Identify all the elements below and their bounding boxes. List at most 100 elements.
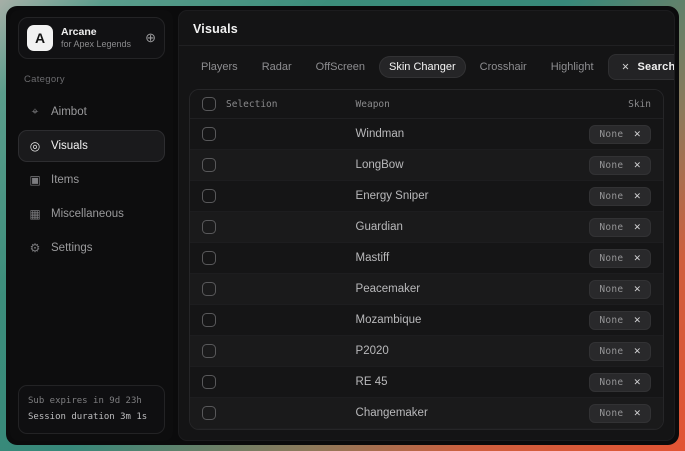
skin-column-header: Skin (628, 99, 651, 110)
row-checkbox[interactable] (202, 127, 216, 141)
sidebar-item-label: Aimbot (51, 106, 87, 118)
app-header-card: A Arcane for Apex Legends ⊕ (18, 17, 165, 59)
table-row: Mozambique None ✕ (190, 305, 663, 336)
weapon-name: Mozambique (356, 314, 422, 326)
weapon-name: Changemaker (356, 407, 428, 419)
session-duration-text: Session duration 3m 1s (28, 410, 155, 425)
table-row: LongBow None ✕ (190, 150, 663, 181)
target-icon[interactable]: ⊕ (145, 30, 156, 46)
skin-value: None (599, 284, 623, 295)
sidebar-item[interactable]: ▣ Items (18, 164, 165, 196)
skin-select-chip[interactable]: None ✕ (589, 125, 651, 144)
skin-select-chip[interactable]: None ✕ (589, 218, 651, 237)
clear-skin-x-icon[interactable]: ✕ (633, 284, 641, 295)
app-window: A Arcane for Apex Legends ⊕ Category ⌖ A… (6, 6, 679, 445)
tab-bar: Players Radar OffScreen Skin Changer Cro… (179, 46, 674, 86)
tab-label: Radar (262, 61, 292, 73)
sidebar-item-label: Miscellaneous (51, 208, 124, 220)
weapon-name: P2020 (356, 345, 389, 357)
clear-skin-x-icon[interactable]: ✕ (633, 191, 641, 202)
tab[interactable]: Highlight (541, 56, 604, 78)
table-row: Guardian None ✕ (190, 212, 663, 243)
x-icon: ✕ (622, 62, 630, 73)
row-checkbox[interactable] (202, 344, 216, 358)
weapon-name: Guardian (356, 221, 403, 233)
skin-select-chip[interactable]: None ✕ (589, 280, 651, 299)
crosshair-icon: ⌖ (28, 104, 42, 119)
main-header: Visuals (179, 11, 674, 46)
clear-skin-x-icon[interactable]: ✕ (633, 160, 641, 171)
tab[interactable]: Players (191, 56, 248, 78)
sidebar-item[interactable]: ⌖ Aimbot (18, 95, 165, 128)
app-title: Arcane (61, 26, 137, 39)
clear-skin-x-icon[interactable]: ✕ (633, 315, 641, 326)
skin-value: None (599, 129, 623, 140)
skin-select-chip[interactable]: None ✕ (589, 311, 651, 330)
sidebar: A Arcane for Apex Legends ⊕ Category ⌖ A… (10, 10, 173, 441)
app-subtitle: for Apex Legends (61, 39, 137, 50)
weapon-name: LongBow (356, 159, 404, 171)
row-checkbox[interactable] (202, 282, 216, 296)
weapon-name: RE 45 (356, 376, 388, 388)
subscription-card: Sub expires in 9d 23h Session duration 3… (18, 385, 165, 434)
skin-value: None (599, 377, 623, 388)
grid-icon: ▦ (28, 207, 42, 221)
sidebar-item-label: Visuals (51, 140, 88, 152)
skin-select-chip[interactable]: None ✕ (589, 156, 651, 175)
clear-skin-x-icon[interactable]: ✕ (633, 129, 641, 140)
sidebar-item-label: Items (51, 174, 79, 186)
tab-label: Players (201, 61, 238, 73)
weapon-name: Windman (356, 128, 405, 140)
skin-value: None (599, 222, 623, 233)
tab-label: Highlight (551, 61, 594, 73)
sidebar-item[interactable]: ▦ Miscellaneous (18, 198, 165, 230)
sidebar-item-label: Settings (51, 242, 93, 254)
skin-value: None (599, 160, 623, 171)
clear-skin-x-icon[interactable]: ✕ (633, 253, 641, 264)
sidebar-item[interactable]: ⚙ Settings (18, 232, 165, 264)
app-meta: Arcane for Apex Legends (61, 26, 137, 50)
row-checkbox[interactable] (202, 189, 216, 203)
tab[interactable]: Crosshair (470, 56, 537, 78)
skin-select-chip[interactable]: None ✕ (589, 342, 651, 361)
search-button[interactable]: ✕ Search (608, 54, 675, 80)
tab[interactable]: OffScreen (306, 56, 375, 78)
skin-value: None (599, 315, 623, 326)
row-checkbox[interactable] (202, 406, 216, 420)
tab-label: OffScreen (316, 61, 365, 73)
table-row: Changemaker None ✕ (190, 398, 663, 429)
table-header-row: Selection Weapon Skin (190, 90, 663, 119)
tab[interactable]: Skin Changer (379, 56, 466, 78)
sub-expiry-text: Sub expires in 9d 23h (28, 394, 155, 409)
row-checkbox[interactable] (202, 375, 216, 389)
clear-skin-x-icon[interactable]: ✕ (633, 346, 641, 357)
table-row: RE 45 None ✕ (190, 367, 663, 398)
row-checkbox[interactable] (202, 251, 216, 265)
category-label: Category (24, 74, 159, 85)
weapon-column-header: Weapon (356, 99, 390, 110)
row-checkbox[interactable] (202, 158, 216, 172)
box-icon: ▣ (28, 173, 42, 187)
row-checkbox[interactable] (202, 220, 216, 234)
skin-select-chip[interactable]: None ✕ (589, 373, 651, 392)
sidebar-nav: ⌖ Aimbot ◎ Visuals ▣ Items ▦ Miscellaneo… (18, 95, 165, 264)
skin-select-chip[interactable]: None ✕ (589, 249, 651, 268)
skin-value: None (599, 253, 623, 264)
tab-label: Crosshair (480, 61, 527, 73)
clear-skin-x-icon[interactable]: ✕ (633, 222, 641, 233)
selection-column-header: Selection (226, 99, 277, 110)
skin-value: None (599, 408, 623, 419)
weapon-name: Mastiff (356, 252, 390, 264)
desktop-background: A Arcane for Apex Legends ⊕ Category ⌖ A… (0, 0, 685, 451)
tab[interactable]: Radar (252, 56, 302, 78)
skin-select-chip[interactable]: None ✕ (589, 404, 651, 423)
row-checkbox[interactable] (202, 313, 216, 327)
sidebar-item[interactable]: ◎ Visuals (18, 130, 165, 162)
table-row: Energy Sniper None ✕ (190, 181, 663, 212)
clear-skin-x-icon[interactable]: ✕ (633, 408, 641, 419)
skin-select-chip[interactable]: None ✕ (589, 187, 651, 206)
select-all-checkbox[interactable] (202, 97, 216, 111)
table-row: Mastiff None ✕ (190, 243, 663, 274)
clear-skin-x-icon[interactable]: ✕ (633, 377, 641, 388)
skin-value: None (599, 191, 623, 202)
